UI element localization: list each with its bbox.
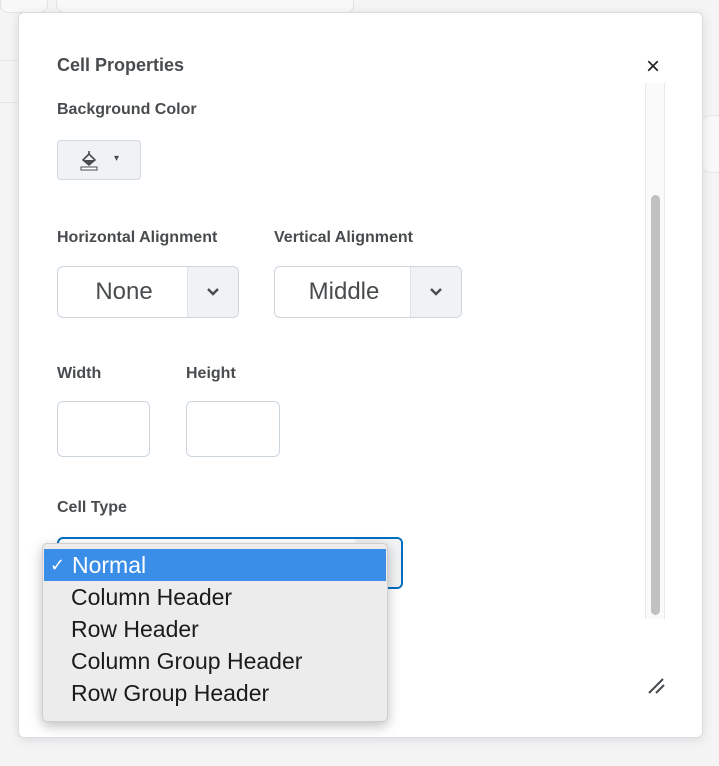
chevron-down-icon — [187, 267, 238, 317]
cell-type-option[interactable]: Column Group Header — [43, 645, 387, 677]
width-input[interactable] — [57, 401, 150, 457]
cell-type-option[interactable]: Row Group Header — [43, 677, 387, 709]
background-divider — [0, 102, 18, 103]
cell-type-option[interactable]: Column Header — [43, 581, 387, 613]
cell-type-option[interactable]: ✓ Normal — [44, 549, 386, 581]
cell-type-option[interactable]: Row Header — [43, 613, 387, 645]
cell-type-option-label: Column Header — [71, 584, 233, 610]
background-color-label: Background Color — [57, 101, 197, 118]
horizontal-alignment-label: Horizontal Alignment — [57, 229, 218, 246]
cell-type-option-label: Row Header — [71, 616, 199, 642]
width-label: Width — [57, 365, 102, 382]
vertical-alignment-label: Vertical Alignment — [274, 229, 413, 246]
resize-handle-icon[interactable] — [645, 673, 667, 695]
checkmark-icon: ✓ — [50, 555, 66, 575]
paint-bucket-icon — [80, 151, 98, 171]
cell-type-option-label: Column Group Header — [71, 648, 303, 674]
horizontal-alignment-value: None — [95, 278, 153, 305]
cell-type-dropdown: ✓ Normal Column Header Row Header Column… — [42, 543, 388, 722]
height-label: Height — [186, 365, 236, 382]
horizontal-alignment-select[interactable]: None — [57, 266, 239, 318]
cell-type-option-label: Normal — [72, 552, 147, 578]
chevron-down-icon — [410, 267, 461, 317]
height-input[interactable] — [186, 401, 280, 457]
cell-type-label: Cell Type — [57, 499, 127, 516]
background-divider — [0, 60, 18, 61]
background-panel-edge — [702, 115, 719, 173]
vertical-alignment-select[interactable]: Middle — [274, 266, 462, 318]
chevron-down-icon: ▾ — [114, 153, 120, 164]
dialog-title: Cell Properties — [57, 55, 185, 75]
scrollbar-track[interactable] — [645, 83, 665, 619]
close-icon[interactable]: × — [641, 55, 665, 79]
background-color-button[interactable]: ▾ — [57, 140, 141, 180]
cell-type-option-label: Row Group Header — [71, 680, 270, 706]
scrollbar-thumb[interactable] — [651, 195, 660, 615]
vertical-alignment-value: Middle — [308, 278, 380, 305]
